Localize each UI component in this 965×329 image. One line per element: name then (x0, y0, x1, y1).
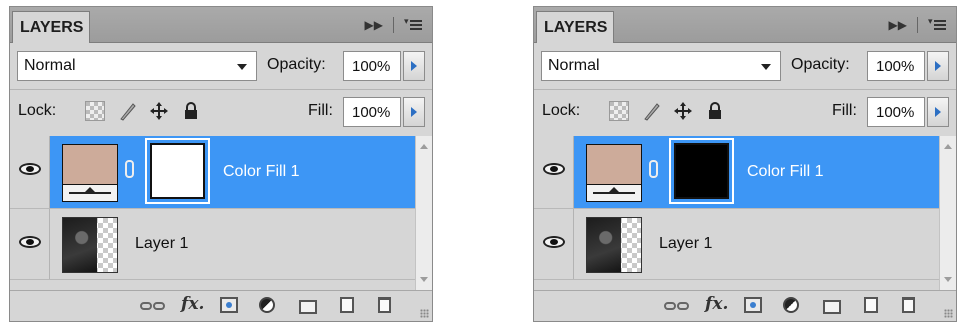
scrollbar[interactable] (939, 136, 956, 290)
resize-grip-icon[interactable] (944, 309, 953, 318)
tab-layers[interactable]: LAYERS (536, 11, 614, 43)
layer-list: Color Fill 1 Layer 1 (10, 136, 415, 290)
visibility-eye-icon[interactable] (19, 236, 41, 248)
lock-controls (85, 101, 201, 121)
link-layers-icon[interactable] (664, 297, 690, 315)
panel-collapse-icon[interactable]: ▶▶ (889, 18, 907, 32)
lock-all-icon[interactable] (705, 101, 725, 121)
layer-row-color-fill-1[interactable]: Color Fill 1 (10, 136, 415, 208)
layer-thumbnail[interactable] (62, 217, 118, 273)
lock-position-icon[interactable] (673, 101, 693, 121)
lock-transparent-pixels-icon[interactable] (85, 101, 105, 121)
blend-mode-value: Normal (548, 57, 600, 74)
chevron-down-icon (237, 64, 247, 70)
panel-menu-icon[interactable]: ▾ (928, 18, 946, 32)
blend-mode-select[interactable]: Normal (17, 51, 257, 81)
new-group-icon[interactable] (823, 300, 841, 314)
lock-label: Lock: (542, 102, 581, 119)
fill-thumbnail[interactable] (586, 144, 642, 202)
new-layer-icon[interactable] (864, 297, 878, 313)
fx-icon[interactable]: fx. (181, 294, 204, 314)
fill-label: Fill: (832, 102, 857, 119)
trash-icon[interactable] (902, 297, 915, 313)
new-layer-icon[interactable] (340, 297, 354, 313)
opacity-input[interactable]: 100% (343, 51, 401, 81)
opacity-label: Opacity: (791, 56, 850, 73)
panel-footer: fx. (534, 290, 956, 321)
layers-panel: LAYERS ▶▶ ▾ Normal Opacity: 100% Lock: F… (9, 6, 433, 322)
lock-image-pixels-icon[interactable] (641, 101, 661, 121)
lock-all-icon[interactable] (181, 101, 201, 121)
fill-thumbnail[interactable] (62, 144, 118, 202)
adjustment-layer-icon[interactable] (783, 297, 799, 313)
tab-layers[interactable]: LAYERS (12, 11, 90, 43)
divider (393, 17, 394, 33)
lock-controls (609, 101, 725, 121)
resize-grip-icon[interactable] (420, 309, 429, 318)
panel-tab-bar: LAYERS ▶▶ ▾ (534, 7, 956, 43)
layer-list: Color Fill 1 Layer 1 (534, 136, 939, 290)
panel-tab-bar: LAYERS ▶▶ ▾ (10, 7, 432, 43)
scrollbar[interactable] (415, 136, 432, 290)
fill-slider-button[interactable] (403, 97, 425, 127)
opacity-slider-button[interactable] (927, 51, 949, 81)
lock-position-icon[interactable] (149, 101, 169, 121)
layer-row-color-fill-1[interactable]: Color Fill 1 (534, 136, 939, 208)
layer-mask-thumbnail[interactable] (669, 138, 734, 204)
layer-thumbnail[interactable] (586, 217, 642, 273)
lock-label: Lock: (18, 102, 57, 119)
layer-name[interactable]: Layer 1 (659, 235, 712, 253)
scroll-down-icon[interactable] (944, 277, 952, 282)
divider (534, 89, 956, 90)
layer-mask-thumbnail[interactable] (145, 138, 210, 204)
divider (917, 17, 918, 33)
fill-input[interactable]: 100% (867, 97, 925, 127)
mask-link-icon[interactable] (125, 160, 134, 178)
opacity-slider-button[interactable] (403, 51, 425, 81)
opacity-label: Opacity: (267, 56, 326, 73)
panel-collapse-icon[interactable]: ▶▶ (365, 18, 383, 32)
chevron-down-icon (761, 64, 771, 70)
fx-icon[interactable]: fx. (705, 294, 728, 314)
link-layers-icon[interactable] (140, 297, 166, 315)
scroll-down-icon[interactable] (420, 277, 428, 282)
mask-link-icon[interactable] (649, 160, 658, 178)
divider (10, 89, 432, 90)
visibility-eye-icon[interactable] (19, 163, 41, 175)
add-mask-icon[interactable] (220, 297, 238, 313)
blend-mode-select[interactable]: Normal (541, 51, 781, 81)
scroll-up-icon[interactable] (420, 144, 428, 149)
blend-mode-value: Normal (24, 57, 76, 74)
lock-transparent-pixels-icon[interactable] (609, 101, 629, 121)
layer-row-layer-1[interactable]: Layer 1 (534, 208, 939, 280)
visibility-eye-icon[interactable] (543, 163, 565, 175)
layers-panel: LAYERS ▶▶ ▾ Normal Opacity: 100% Lock: F… (533, 6, 957, 322)
fill-input[interactable]: 100% (343, 97, 401, 127)
panel-menu-icon[interactable]: ▾ (404, 18, 422, 32)
layer-row-layer-1[interactable]: Layer 1 (10, 208, 415, 280)
visibility-eye-icon[interactable] (543, 236, 565, 248)
scroll-up-icon[interactable] (944, 144, 952, 149)
layer-name[interactable]: Color Fill 1 (223, 163, 299, 181)
trash-icon[interactable] (378, 297, 391, 313)
fill-label: Fill: (308, 102, 333, 119)
adjustment-layer-icon[interactable] (259, 297, 275, 313)
layer-name[interactable]: Layer 1 (135, 235, 188, 253)
lock-image-pixels-icon[interactable] (117, 101, 137, 121)
opacity-input[interactable]: 100% (867, 51, 925, 81)
new-group-icon[interactable] (299, 300, 317, 314)
layer-name[interactable]: Color Fill 1 (747, 163, 823, 181)
panel-footer: fx. (10, 290, 432, 321)
add-mask-icon[interactable] (744, 297, 762, 313)
fill-slider-button[interactable] (927, 97, 949, 127)
